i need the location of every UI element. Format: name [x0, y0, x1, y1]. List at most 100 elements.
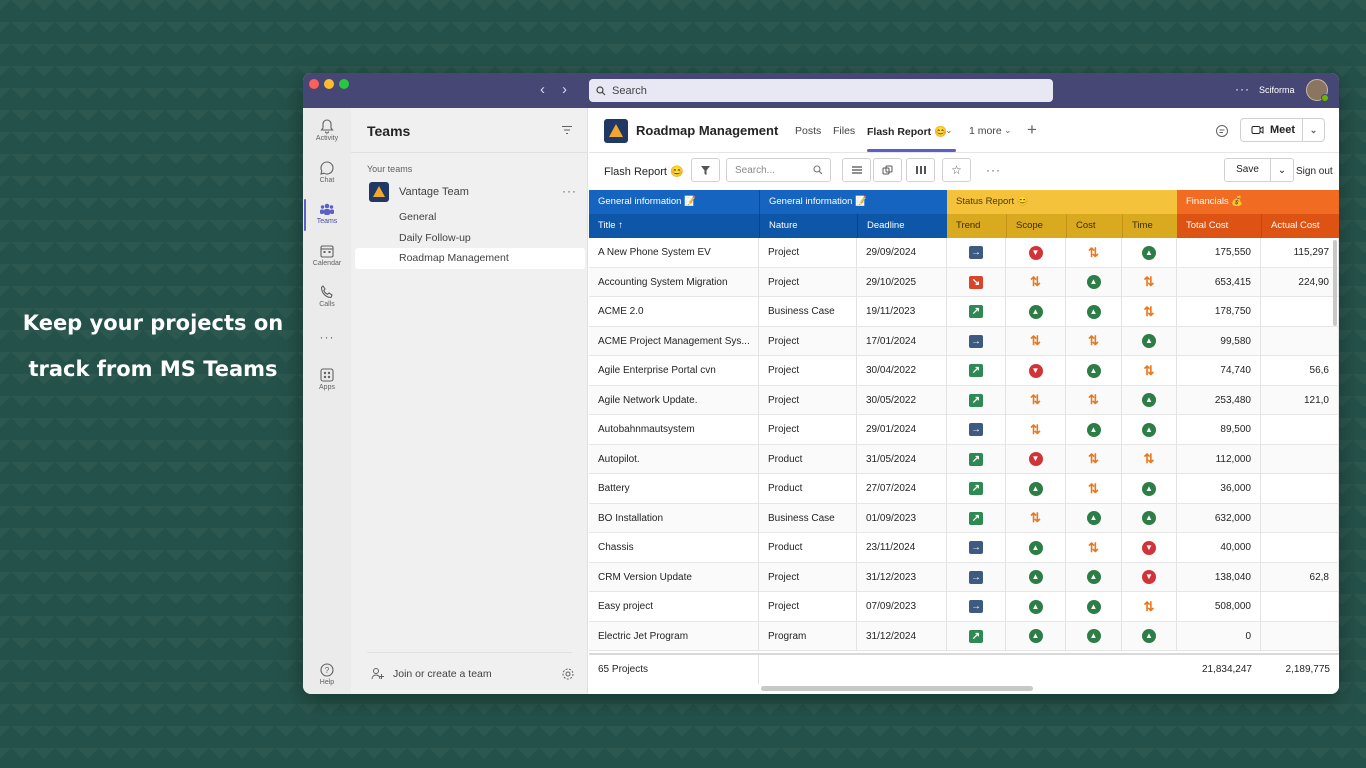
conversation-icon[interactable]: [1215, 124, 1229, 138]
trend-down-icon: ↘: [969, 275, 983, 289]
rail-item-activity[interactable]: Activity: [303, 114, 351, 152]
rail-item-chat[interactable]: Chat: [303, 156, 351, 194]
trend-up-icon: ↗: [969, 393, 983, 407]
tab-flash-report[interactable]: Flash Report 😊: [867, 125, 947, 138]
cell-trend: ↗: [947, 444, 1006, 474]
more-options-icon[interactable]: ···: [1235, 82, 1250, 96]
table-row[interactable]: ACME Project Management Sys... Project 17/…: [589, 326, 1339, 356]
cell-trend: →: [947, 326, 1006, 356]
channel-roadmap-management[interactable]: Roadmap Management: [355, 248, 585, 269]
column-header-deadline[interactable]: Deadline: [857, 214, 947, 238]
cell-deadline: 29/01/2024: [857, 415, 947, 444]
swap-icon: ⇅: [1088, 480, 1099, 496]
column-header-scope[interactable]: Scope: [1006, 214, 1066, 238]
more-icon: ···: [319, 330, 335, 344]
list-view-button[interactable]: [842, 158, 871, 182]
table-row[interactable]: BO Installation Business Case 01/09/2023 ↗ ⇅…: [589, 503, 1339, 533]
cell-actual-cost: [1261, 444, 1339, 474]
tab-posts[interactable]: Posts: [795, 125, 821, 137]
rail-item-teams[interactable]: Teams: [303, 197, 351, 235]
column-header-total-cost[interactable]: Total Cost: [1177, 214, 1261, 238]
thumbs-up-icon: ▲: [1142, 334, 1156, 348]
table-row[interactable]: ACME 2.0 Business Case 19/11/2023 ↗ ▲ ▲ ⇅ 178,7…: [589, 297, 1339, 327]
column-header-trend[interactable]: Trend: [947, 214, 1006, 238]
add-tab-icon[interactable]: +: [1027, 120, 1037, 140]
table-row[interactable]: Easy project Project 07/09/2023 → ▲ ▲ ⇅ 508,000: [589, 592, 1339, 622]
filter-button[interactable]: [691, 158, 720, 182]
cell-deadline: 30/04/2022: [857, 356, 947, 385]
tab-files[interactable]: Files: [833, 125, 855, 137]
column-header-actual-cost[interactable]: Actual Cost: [1261, 214, 1339, 238]
horizontal-scrollbar[interactable]: [761, 686, 1033, 691]
user-avatar[interactable]: [1306, 79, 1329, 102]
table-row[interactable]: Autobahnmautsystem Project 29/01/2024 → ⇅ ▲ ▲ 8…: [589, 415, 1339, 445]
footer-actual-cost: 2,189,775: [1285, 664, 1331, 675]
trend-up-icon: ↗: [969, 629, 983, 643]
close-window-button[interactable]: [309, 79, 319, 89]
back-arrow-icon[interactable]: ‹: [540, 82, 545, 98]
thumbs-up-icon: ▲: [1086, 363, 1101, 378]
table-row[interactable]: Agile Network Update. Project 30/05/2022 ↗ ⇅…: [589, 385, 1339, 415]
team-item-vantage[interactable]: Vantage Team: [369, 182, 469, 202]
meet-now-button[interactable]: Meet: [1241, 119, 1303, 141]
thumbs-down-icon: ▼: [1142, 570, 1156, 584]
column-header-nature[interactable]: Nature: [759, 214, 857, 238]
rail-item-help[interactable]: ? Help: [303, 658, 351, 694]
cell-time: ▲: [1122, 621, 1177, 651]
vertical-scrollbar[interactable]: [1333, 240, 1337, 326]
minimize-window-button[interactable]: [324, 79, 334, 89]
chevron-down-icon[interactable]: ⌄: [945, 125, 953, 136]
tab-more[interactable]: 1 more: [969, 125, 1002, 137]
cell-actual-cost: [1261, 297, 1339, 326]
chevron-down-icon[interactable]: ⌄: [1271, 165, 1293, 176]
rail-item-calendar[interactable]: Calendar: [303, 239, 351, 277]
group-button[interactable]: [873, 158, 902, 182]
column-header-title[interactable]: Title ↑: [589, 214, 759, 238]
save-button-group[interactable]: Save ⌄: [1224, 158, 1294, 182]
columns-button[interactable]: [906, 158, 935, 182]
table-row[interactable]: Chassis Product 23/11/2024 → ▲ ⇅ ▼ 40,000: [589, 533, 1339, 563]
rail-item-apps[interactable]: Apps: [303, 363, 351, 401]
swap-icon: ⇅: [1143, 451, 1155, 466]
join-create-team-button[interactable]: Join or create a team: [371, 667, 492, 681]
table-row[interactable]: CRM Version Update Project 31/12/2023 → ▲ ▲ ▼ 1…: [589, 562, 1339, 592]
report-search-input[interactable]: Search...: [726, 158, 831, 182]
rail-item-more[interactable]: ···: [303, 324, 351, 362]
column-header-time[interactable]: Time: [1122, 214, 1177, 238]
table-row[interactable]: A New Phone System EV Project 29/09/2024 → ▼…: [589, 238, 1339, 268]
team-more-icon[interactable]: ···: [562, 184, 577, 198]
table-row[interactable]: Agile Enterprise Portal cvn Project 30/04/…: [589, 356, 1339, 386]
divider: [367, 652, 572, 653]
channel-general[interactable]: General: [399, 211, 436, 223]
swap-icon: ⇅: [1030, 421, 1041, 437]
cell-scope: ▲: [1006, 621, 1066, 651]
rail-item-calls[interactable]: Calls: [303, 280, 351, 318]
save-button[interactable]: Save: [1225, 159, 1271, 181]
org-name[interactable]: Sciforma: [1259, 85, 1295, 95]
maximize-window-button[interactable]: [339, 79, 349, 89]
meet-button[interactable]: Meet ⌄: [1240, 118, 1325, 142]
cell-total-cost: 653,415: [1177, 267, 1261, 297]
forward-arrow-icon[interactable]: ›: [562, 82, 567, 98]
view-selector[interactable]: Flash Report 😊: [604, 165, 684, 178]
chevron-down-icon[interactable]: ⌄: [1004, 125, 1012, 136]
table-row[interactable]: Autopilot. Product 31/05/2024 ↗ ▼ ⇅ ⇅ 112,000: [589, 444, 1339, 474]
channel-daily-follow-up[interactable]: Daily Follow-up: [399, 232, 471, 244]
filter-icon[interactable]: [561, 125, 573, 135]
teams-panel: Teams Your teams Vantage Team ··· Genera…: [351, 108, 588, 694]
chevron-down-icon[interactable]: ⌄: [1303, 125, 1324, 136]
cell-deadline: 30/05/2022: [857, 385, 947, 415]
table-row[interactable]: Accounting System Migration Project 29/10/…: [589, 267, 1339, 297]
gear-icon[interactable]: [561, 667, 575, 681]
global-search-input[interactable]: Search: [589, 79, 1053, 102]
team-logo-icon: [369, 182, 389, 202]
sign-out-link[interactable]: Sign out: [1296, 166, 1333, 177]
phone-icon: [320, 285, 333, 299]
column-header-cost[interactable]: Cost: [1066, 214, 1122, 238]
more-options-icon[interactable]: ···: [986, 163, 1001, 177]
cell-cost: ▲: [1066, 415, 1122, 444]
favorite-button[interactable]: ☆: [942, 158, 971, 182]
table-row[interactable]: Electric Jet Program Program 31/12/2024 ↗ ▲ ▲…: [589, 621, 1339, 651]
cell-actual-cost: 56,6: [1261, 356, 1339, 385]
table-row[interactable]: Battery Product 27/07/2024 ↗ ▲ ⇅ ▲ 36,000: [589, 474, 1339, 504]
